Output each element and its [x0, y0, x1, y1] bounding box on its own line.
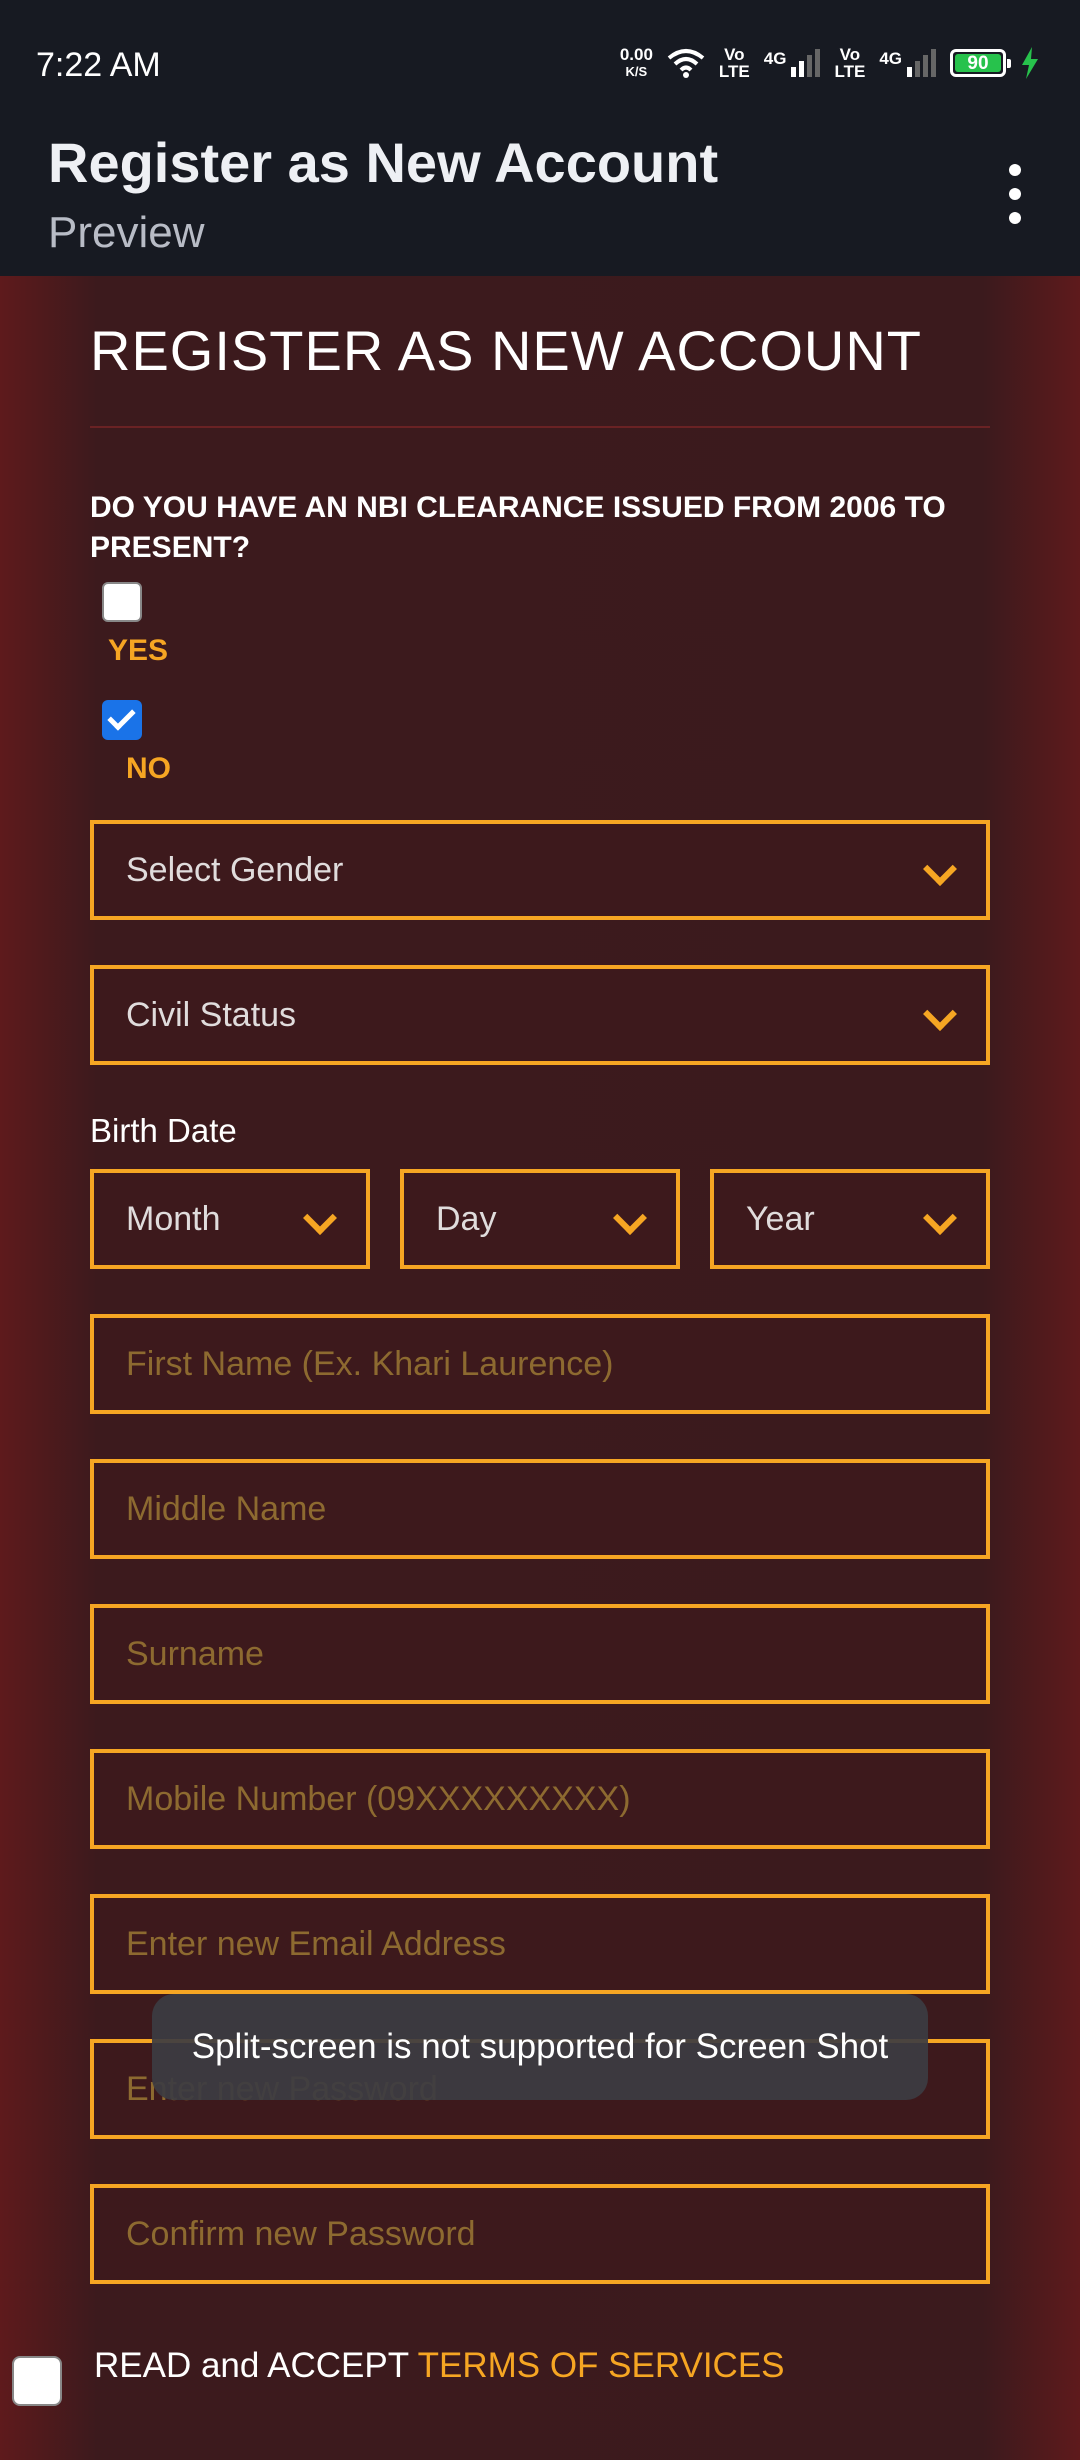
birth-month-value: Month [126, 1199, 221, 1238]
status-bar: 7:22 AM 0.00 K/S Vo LTE 4G Vo LTE 4G 90 [0, 0, 1080, 130]
option-yes-label: YES [108, 634, 169, 667]
chevron-down-icon [923, 852, 957, 886]
first-name-field[interactable]: First Name (Ex. Khari Laurence) [90, 1314, 990, 1414]
confirm-password-field[interactable]: Confirm new Password [90, 2184, 990, 2284]
gender-select-value: Select Gender [126, 850, 344, 889]
network-speed-unit: K/S [625, 64, 648, 79]
battery-icon: 90 [950, 49, 1011, 77]
form-heading: REGISTER AS NEW ACCOUNT [90, 319, 922, 382]
volte-icon-2: Vo LTE [834, 45, 866, 81]
birth-year-value: Year [746, 1199, 815, 1238]
overflow-menu-icon[interactable] [1000, 164, 1030, 224]
status-icons: 0.00 K/S Vo LTE 4G Vo LTE 4G 90 [620, 46, 1040, 80]
confirm-password-placeholder: Confirm new Password [126, 2214, 476, 2253]
middle-name-field[interactable]: Middle Name [90, 1459, 990, 1559]
app-bar: Register as New Account Preview [0, 130, 1080, 276]
birth-day-value: Day [436, 1199, 497, 1238]
chevron-down-icon [923, 1201, 957, 1235]
civil-status-select-value: Civil Status [126, 995, 297, 1034]
registration-form-area: REGISTER AS NEW ACCOUNT DO YOU HAVE AN N… [0, 276, 1080, 2460]
heading-divider [90, 426, 990, 428]
nbi-clearance-question: DO YOU HAVE AN NBI CLEARANCE ISSUED FROM… [90, 491, 946, 564]
gender-select[interactable]: Select Gender [90, 820, 990, 920]
toast-message: Split-screen is not supported for Screen… [152, 1994, 928, 2100]
status-time: 7:22 AM [36, 46, 161, 84]
birth-day-select[interactable]: Day [400, 1169, 680, 1269]
chevron-down-icon [923, 997, 957, 1031]
birth-date-label: Birth Date [90, 1112, 237, 1149]
option-no-checkbox[interactable] [102, 700, 142, 740]
birth-month-select[interactable]: Month [90, 1169, 370, 1269]
page-title: Register as New Account [48, 131, 719, 194]
terms-prefix: READ and ACCEPT [94, 2346, 418, 2385]
network-speed-value: 0.00 [619, 45, 653, 64]
email-placeholder: Enter new Email Address [126, 1924, 506, 1963]
chevron-down-icon [303, 1201, 337, 1235]
charging-icon [1022, 47, 1038, 79]
middle-name-placeholder: Middle Name [126, 1489, 327, 1528]
mobile-number-field[interactable]: Mobile Number (09XXXXXXXXX) [90, 1749, 990, 1849]
terms-label: READ and ACCEPT TERMS OF SERVICES [94, 2346, 785, 2386]
terms-checkbox[interactable] [12, 2356, 62, 2406]
first-name-placeholder: First Name (Ex. Khari Laurence) [126, 1344, 614, 1383]
signal-icon-1: 4G [764, 49, 821, 77]
network-speed-indicator: 0.00 K/S [620, 46, 653, 80]
volte-icon-1: Vo LTE [718, 45, 750, 81]
option-no-label: NO [126, 752, 171, 785]
mobile-number-placeholder: Mobile Number (09XXXXXXXXX) [126, 1779, 631, 1818]
battery-level: 90 [955, 54, 1001, 74]
terms-of-service-link[interactable]: TERMS OF SERVICES [418, 2346, 785, 2385]
page-subtitle: Preview [48, 208, 205, 257]
chevron-down-icon [613, 1201, 647, 1235]
wifi-icon [667, 49, 705, 78]
surname-field[interactable]: Surname [90, 1604, 990, 1704]
surname-placeholder: Surname [126, 1634, 264, 1673]
signal-icon-2: 4G [879, 49, 936, 77]
civil-status-select[interactable]: Civil Status [90, 965, 990, 1065]
option-yes-checkbox[interactable] [102, 582, 142, 622]
email-field[interactable]: Enter new Email Address [90, 1894, 990, 1994]
birth-year-select[interactable]: Year [710, 1169, 990, 1269]
